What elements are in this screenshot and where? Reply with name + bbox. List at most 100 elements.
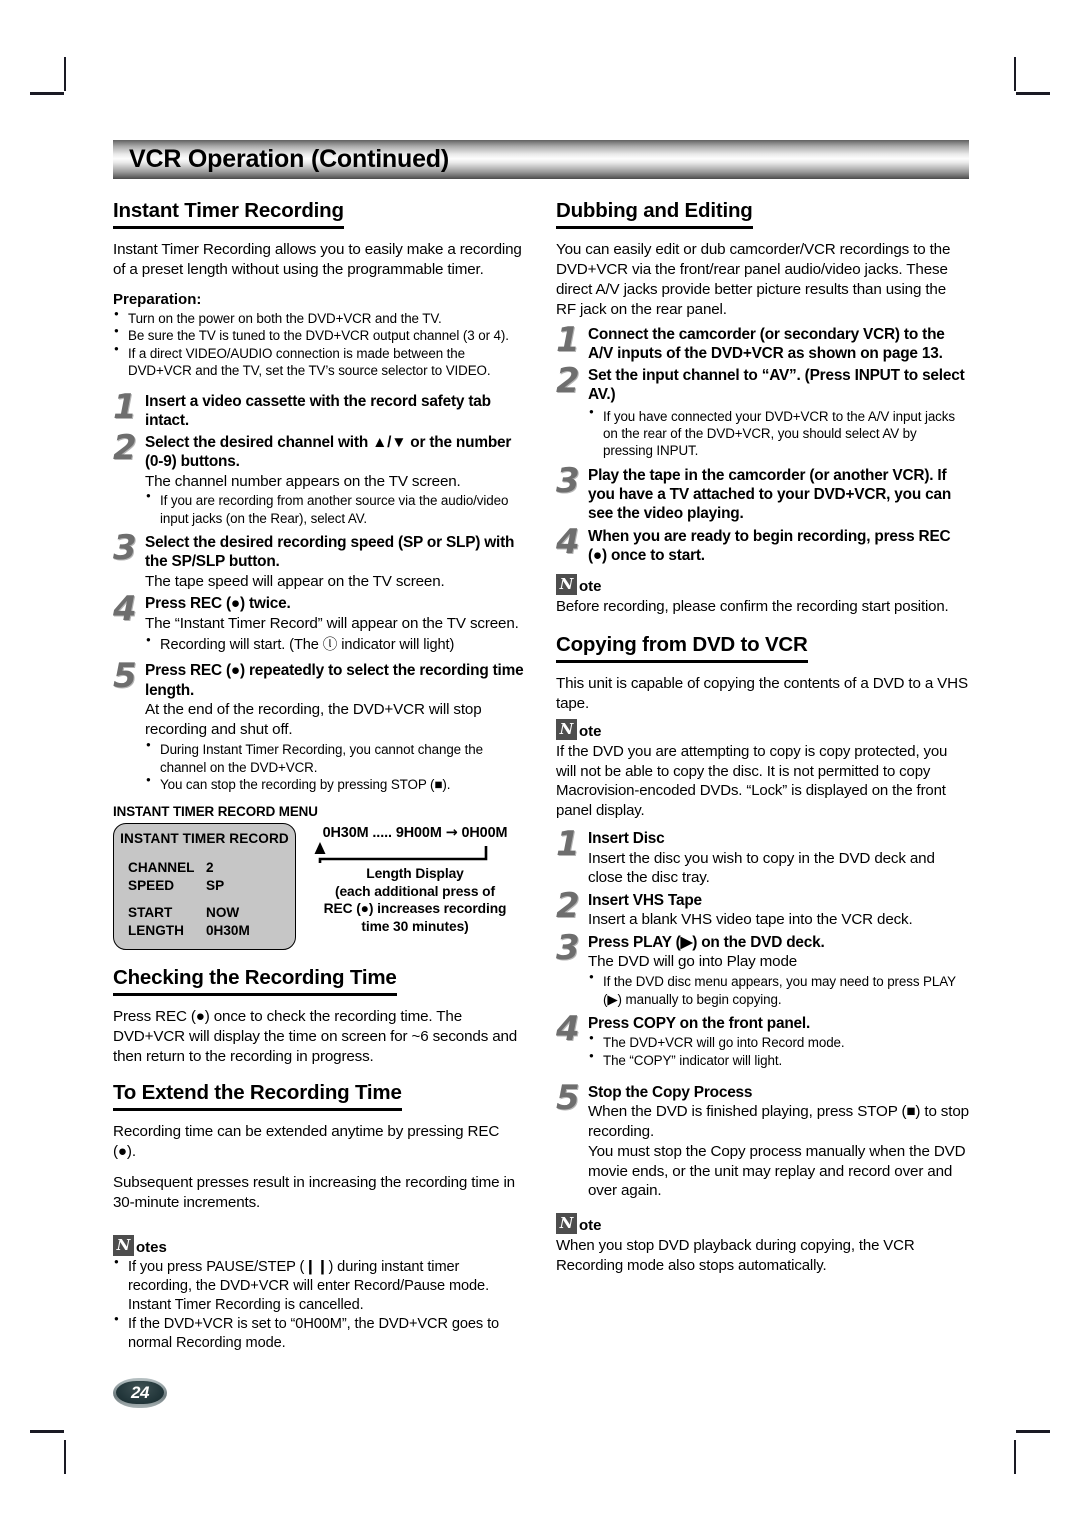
list-item: If the DVD disc menu appears, you may ne… xyxy=(588,972,969,1008)
note-icon: N xyxy=(556,574,577,596)
step-heading: Play the tape in the camcorder (or anoth… xyxy=(588,466,952,523)
notes-header: N otes xyxy=(113,1234,526,1256)
step-heading: Insert VHS Tape xyxy=(588,892,702,910)
length-range-row: 0H30M ..... 9H00M → 0H00M xyxy=(306,825,524,841)
heading-instant-timer-recording: Instant Timer Recording xyxy=(113,199,344,229)
list-item: If you press PAUSE/STEP (❙❙) during inst… xyxy=(113,1257,526,1315)
page-number-badge: 24 xyxy=(113,1378,167,1408)
step-number: 4 xyxy=(556,1009,580,1050)
crop-mark-top-right-vertical xyxy=(1014,57,1016,91)
right-column: Dubbing and Editing You can easily edit … xyxy=(556,199,969,1275)
step-copy-2: 2 Insert VHS Tape Insert a blank VHS vid… xyxy=(556,886,969,930)
step-detail: The tape speed will appear on the TV scr… xyxy=(145,572,445,590)
dubbing-intro: You can easily edit or dub camcorder/VCR… xyxy=(556,241,951,318)
length-range-end: 9H00M xyxy=(395,824,442,841)
note-label: ote xyxy=(579,723,602,741)
step-copy-4: 4 Press COPY on the front panel. The DVD… xyxy=(556,1009,969,1069)
step-heading: Select the desired channel with ▲/▼ or t… xyxy=(145,434,512,471)
crop-mark-bottom-right-horizontal xyxy=(1016,1430,1050,1433)
osd-value: 2 xyxy=(206,859,214,875)
step-number: 4 xyxy=(113,589,137,630)
extend-body-1: Recording time can be extended anytime b… xyxy=(113,1123,500,1160)
step-number: 2 xyxy=(556,886,580,927)
step-bullet-list: If you are recording from another source… xyxy=(145,491,526,527)
step-copy-1: 1 Insert Disc Insert the disc you wish t… xyxy=(556,824,969,888)
step-number: 5 xyxy=(113,656,137,697)
notes-label: otes xyxy=(136,1238,167,1256)
step-detail: At the end of the recording, the DVD+VCR… xyxy=(145,700,482,738)
copying-note2-header: N ote xyxy=(556,1213,969,1235)
step-number: 2 xyxy=(556,361,580,402)
preparation-title: Preparation: xyxy=(113,290,202,308)
osd-row-channel: CHANNEL 2 xyxy=(114,859,295,877)
step-detail: The DVD will go into Play mode xyxy=(588,953,798,971)
step-itr-5: 5 Press REC (●) repeatedly to select the… xyxy=(113,656,526,793)
osd-key: CHANNEL xyxy=(128,859,195,875)
step-heading: When you are ready to begin recording, p… xyxy=(588,527,951,564)
dubbing-note-header: N ote xyxy=(556,574,969,596)
note-label: ote xyxy=(579,1217,602,1235)
step-detail: When the DVD is finished playing, press … xyxy=(588,1103,969,1200)
osd-value: NOW xyxy=(206,905,240,921)
page-header-bar: VCR Operation (Continued) xyxy=(113,140,969,179)
step-detail: Insert a blank VHS video tape into the V… xyxy=(588,911,913,929)
right-arrow-icon: → xyxy=(445,824,458,841)
step-detail: The channel number appears on the TV scr… xyxy=(145,472,461,490)
step-itr-1: 1 Insert a video cassette with the recor… xyxy=(113,386,526,431)
osd-key: LENGTH xyxy=(128,923,184,939)
heading-dubbing-and-editing: Dubbing and Editing xyxy=(556,199,753,229)
step-heading: Press COPY on the front panel. xyxy=(588,1015,811,1033)
heading-extend-recording-time: To Extend the Recording Time xyxy=(113,1081,402,1112)
osd-value: 0H30M xyxy=(206,923,250,939)
length-range-start: 0H30M xyxy=(322,824,369,841)
osd-row-start: START NOW xyxy=(114,904,295,922)
step-itr-3: 3 Select the desired recording speed (SP… xyxy=(113,528,526,591)
preparation-bullet-list: Turn on the power on both the DVD+VCR an… xyxy=(113,309,526,380)
osd-title: INSTANT TIMER RECORD xyxy=(120,830,289,846)
list-item: Be sure the TV is tuned to the DVD+VCR o… xyxy=(113,326,526,344)
step-number: 3 xyxy=(113,528,137,569)
step-number: 1 xyxy=(113,386,137,427)
step-detail: The “Instant Timer Record” will appear o… xyxy=(145,614,519,632)
note-icon: N xyxy=(113,1234,134,1256)
left-column: Instant Timer Recording Instant Timer Re… xyxy=(113,199,526,1359)
step-itr-2: 2 Select the desired channel with ▲/▼ or… xyxy=(113,428,526,527)
heading-copying-dvd-to-vcr: Copying from DVD to VCR xyxy=(556,633,808,663)
step-number: 2 xyxy=(113,428,137,468)
step-heading: Insert Disc xyxy=(588,830,665,848)
crop-mark-bottom-right-vertical xyxy=(1014,1440,1016,1474)
step-detail: Insert the disc you wish to copy in the … xyxy=(588,849,935,887)
osd-menu-box: INSTANT TIMER RECORD CHANNEL 2 SPEED SP … xyxy=(113,822,296,951)
step-number: 3 xyxy=(556,928,580,969)
page-number-text: 24 xyxy=(131,1383,149,1402)
step-number: 4 xyxy=(556,521,580,562)
crop-mark-bottom-left-horizontal xyxy=(30,1430,64,1433)
page-title: VCR Operation (Continued) xyxy=(129,144,449,173)
step-heading: Select the desired recording speed (SP o… xyxy=(145,534,515,571)
step-heading: Press REC (●) twice. xyxy=(145,595,291,613)
checking-body: Press REC (●) once to check the recordin… xyxy=(113,1008,518,1066)
osd-figure-row: INSTANT TIMER RECORD CHANNEL 2 SPEED SP … xyxy=(113,822,526,951)
note-label: ote xyxy=(579,578,602,596)
length-caption: Length Display (each additional press of… xyxy=(306,865,524,937)
step-number: 3 xyxy=(556,460,580,501)
step-heading: Set the input channel to “AV”. (Press IN… xyxy=(588,367,965,404)
notes-bullet-list: If you press PAUSE/STEP (❙❙) during inst… xyxy=(113,1257,526,1353)
heading-checking-recording-time: Checking the Recording Time xyxy=(113,966,397,997)
list-item: The DVD+VCR will go into Record mode. xyxy=(588,1033,969,1051)
step-heading: Insert a video cassette with the record … xyxy=(145,392,491,429)
copying-note-body: If the DVD you are attempting to copy is… xyxy=(556,743,948,819)
copying-note2-body: When you stop DVD playback during copyin… xyxy=(556,1237,915,1274)
osd-key: START xyxy=(128,905,173,921)
step-number: 5 xyxy=(556,1078,580,1119)
instant-timer-intro: Instant Timer Recording allows you to ea… xyxy=(113,241,522,278)
copying-note-header: N ote xyxy=(556,719,969,741)
osd-row-length: LENGTH 0H30M xyxy=(114,922,295,940)
step-itr-4: 4 Press REC (●) twice. The “Instant Time… xyxy=(113,589,526,655)
step-bullet-list: If you have connected your DVD+VCR to th… xyxy=(588,407,969,460)
crop-mark-bottom-left-vertical xyxy=(64,1440,66,1474)
step-number: 1 xyxy=(556,824,580,865)
step-heading: Connect the camcorder (or secondary VCR)… xyxy=(588,325,945,362)
dubbing-note-body: Before recording, please confirm the rec… xyxy=(556,598,949,616)
length-dots: ..... xyxy=(372,824,392,841)
